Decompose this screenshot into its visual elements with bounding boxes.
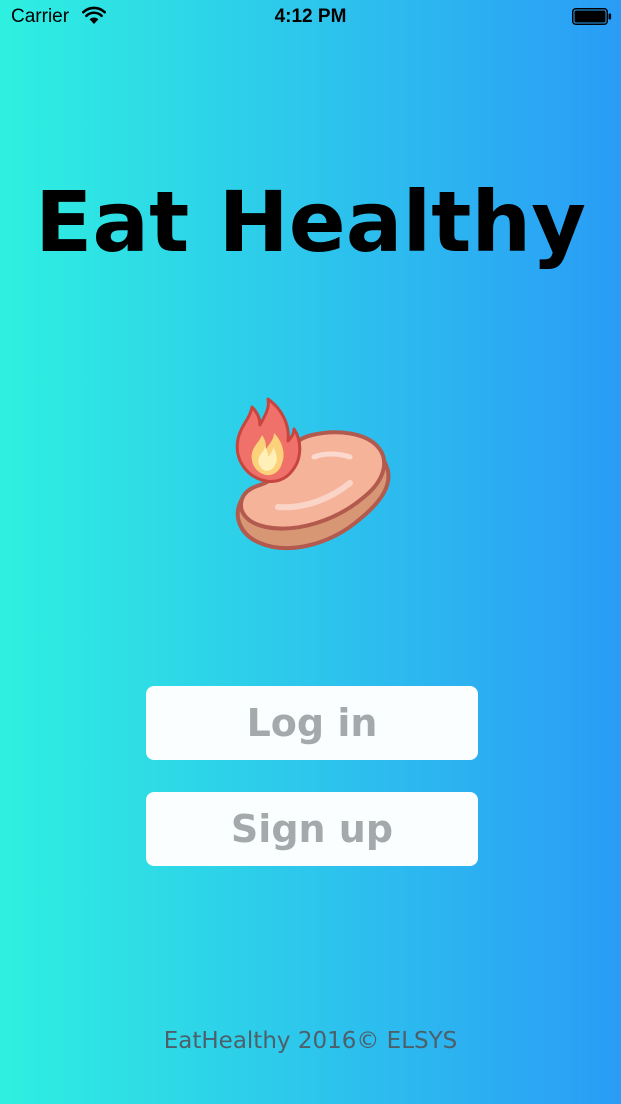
signup-button[interactable]: Sign up [146,792,478,866]
battery-icon [572,8,612,25]
app-title: Eat Healthy [35,173,586,271]
login-button[interactable]: Log in [146,686,478,760]
status-bar: Carrier 4:12 PM [0,0,621,34]
flaming-steak-icon [235,397,391,551]
footer-copyright: EatHealthy 2016© ELSYS [163,1028,458,1054]
status-time: 4:12 PM [274,6,347,27]
